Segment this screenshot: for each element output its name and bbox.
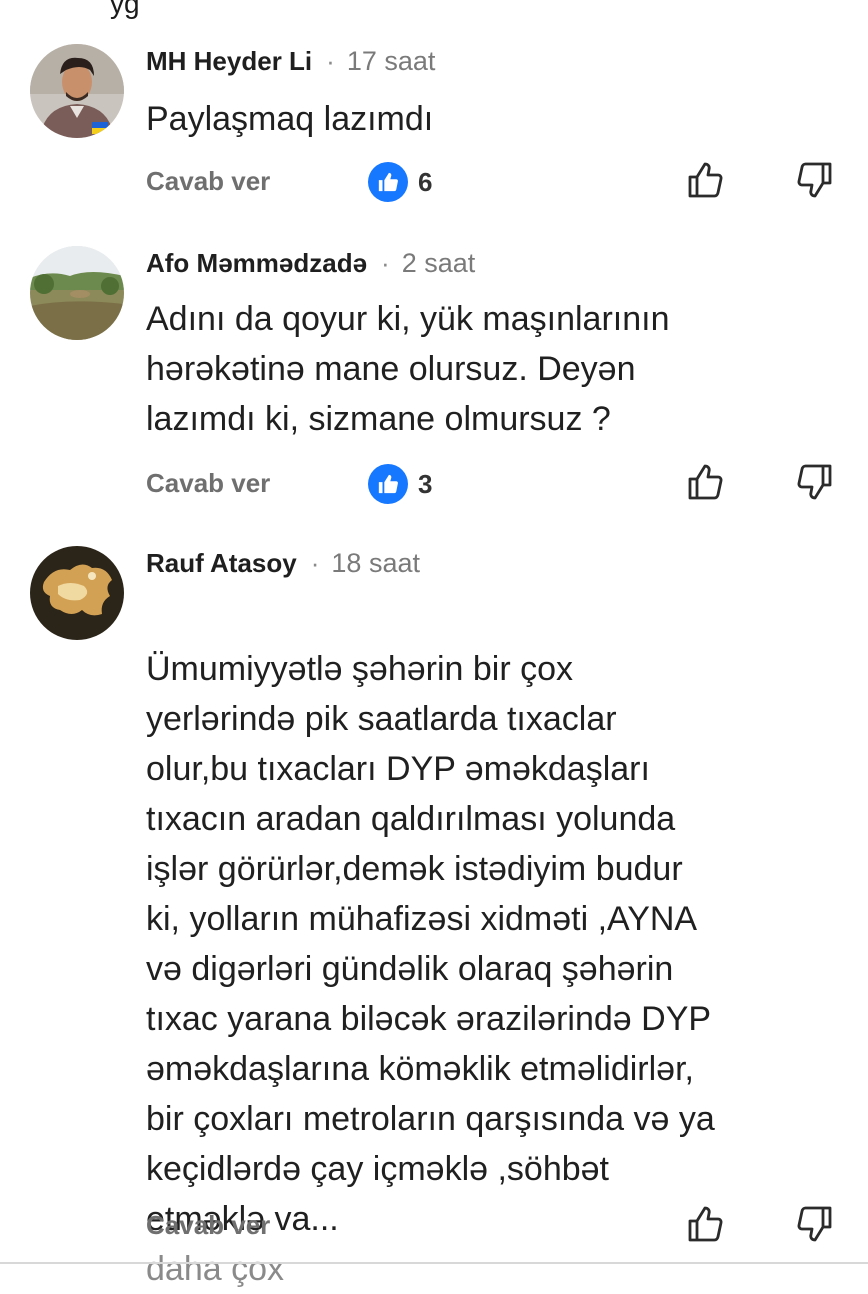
read-more-link[interactable]: daha çox	[146, 1250, 284, 1288]
thumbs-up-icon[interactable]	[684, 1202, 728, 1246]
landscape-photo-icon	[30, 246, 124, 340]
like-summary[interactable]: 6	[368, 162, 432, 202]
thumbs-down-icon[interactable]	[792, 158, 836, 202]
reply-button[interactable]: Cavab ver	[146, 1210, 270, 1241]
map-image-icon	[30, 546, 124, 640]
thumbs-down-icon[interactable]	[792, 1202, 836, 1246]
comment-actions: Cavab ver 6	[0, 162, 868, 206]
comment-author[interactable]: Rauf Atasoy	[146, 548, 297, 579]
reply-button[interactable]: Cavab ver	[146, 166, 270, 197]
meta-separator: ·	[381, 247, 390, 278]
comment-author[interactable]: MH Heyder Li	[146, 46, 312, 77]
comment-text: Ümumiyyətlə şəhərin bir çox yerlərində p…	[146, 594, 836, 1294]
thumbs-up-icon[interactable]	[684, 460, 728, 504]
comment-actions: Cavab ver 3	[0, 464, 868, 508]
meta-separator: ·	[326, 45, 335, 76]
like-count: 6	[418, 166, 433, 197]
like-count: 3	[418, 468, 433, 499]
like-badge-icon	[368, 464, 408, 504]
comment-text: Adını da qoyur ki, yük maşınlarının hərə…	[146, 300, 670, 438]
previous-comment-fragment: yg	[110, 0, 140, 19]
comment-time: 2 saat	[401, 247, 476, 278]
thumbs-down-icon[interactable]	[792, 460, 836, 504]
comment-author[interactable]: Afo Məmmədzadə	[146, 248, 367, 279]
comment-text-body: Ümumiyyətlə şəhərin bir çox yerlərində p…	[146, 650, 715, 1238]
user-photo-icon	[30, 44, 124, 138]
map-avatar[interactable]	[30, 546, 124, 640]
thumbs-up-icon[interactable]	[684, 158, 728, 202]
comment-actions: Cavab ver	[0, 1206, 868, 1250]
user-photo-avatar[interactable]	[30, 44, 124, 138]
like-badge-icon	[368, 162, 408, 202]
comment-time: 17 saat	[346, 45, 436, 76]
comment-time: 18 saat	[331, 547, 420, 578]
comment-text: Paylaşmaq lazımdı	[146, 100, 434, 138]
landscape-avatar[interactable]	[30, 246, 124, 340]
divider	[0, 1262, 868, 1264]
reply-button[interactable]: Cavab ver	[146, 468, 270, 499]
like-summary[interactable]: 3	[368, 464, 432, 504]
meta-separator: ·	[310, 547, 320, 578]
